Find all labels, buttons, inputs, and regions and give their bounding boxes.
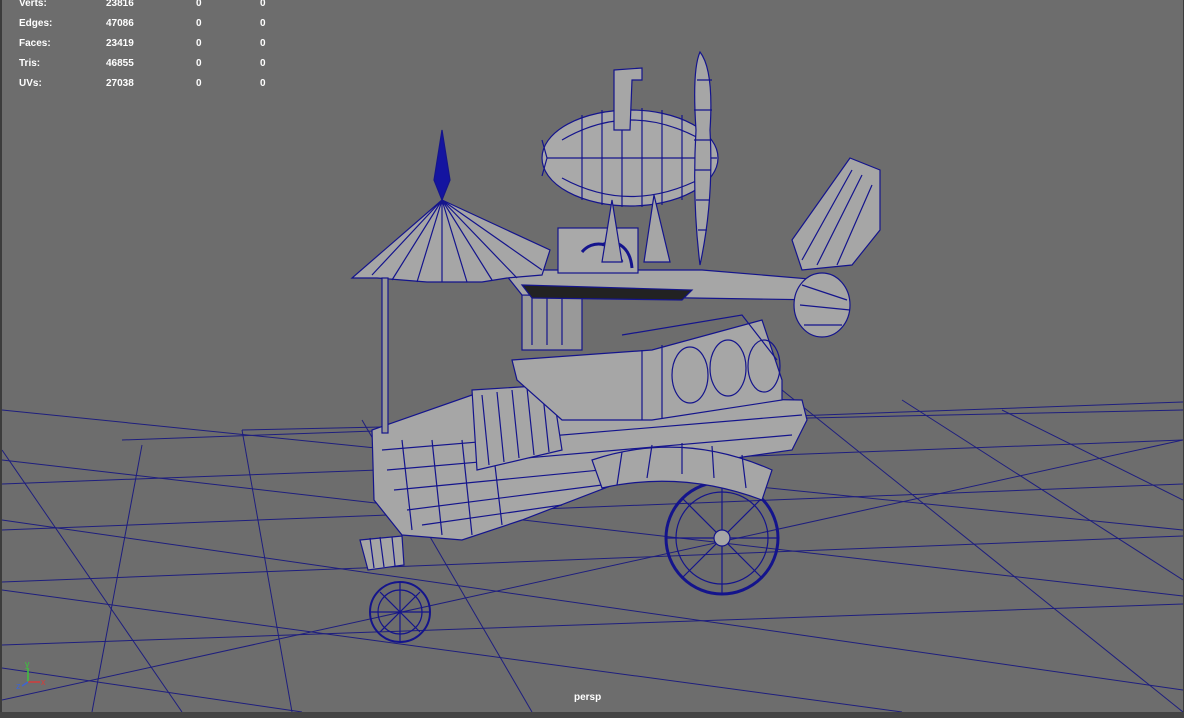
- axis-gizmo-icon: y x z: [14, 659, 50, 692]
- propeller: [694, 50, 712, 266]
- axis-y-label: y: [25, 660, 30, 669]
- hud-value: 0: [260, 78, 266, 89]
- hud-value: 46855: [106, 58, 134, 69]
- hud-value: 0: [260, 58, 266, 69]
- hud-value: 0: [196, 78, 202, 89]
- hud-value: 0: [196, 38, 202, 49]
- hud-row-verts: Verts: 23816 0 0: [19, 0, 279, 14]
- hud-value: 0: [260, 0, 266, 9]
- hud-label: UVs:: [19, 78, 42, 89]
- hud-label: Verts:: [19, 0, 47, 9]
- hud-row-edges: Edges: 47086 0 0: [19, 14, 279, 34]
- hud-value: 0: [196, 18, 202, 29]
- hud-value: 0: [196, 58, 202, 69]
- hud-row-tris: Tris: 46855 0 0: [19, 54, 279, 74]
- poly-count-hud: Verts: 23816 0 0 Edges: 47086 0 0 Faces:…: [19, 0, 279, 94]
- axis-x-label: x: [41, 677, 46, 687]
- hud-label: Faces:: [19, 38, 51, 49]
- hud-row-faces: Faces: 23419 0 0: [19, 34, 279, 54]
- hud-value: 23816: [106, 0, 134, 9]
- hud-value: 0: [260, 38, 266, 49]
- hud-row-uvs: UVs: 27038 0 0: [19, 74, 279, 94]
- hud-value: 0: [196, 0, 202, 9]
- viewport-persp[interactable]: Verts: 23816 0 0 Edges: 47086 0 0 Faces:…: [2, 0, 1183, 712]
- hud-label: Tris:: [19, 58, 41, 69]
- hud-value: 47086: [106, 18, 134, 29]
- hud-label: Edges:: [19, 18, 53, 29]
- viewport-bottom-border: [0, 712, 1184, 718]
- hud-value: 27038: [106, 78, 134, 89]
- hud-value: 23419: [106, 38, 134, 49]
- vehicle-model[interactable]: [350, 50, 881, 643]
- hud-value: 0: [260, 18, 266, 29]
- axis-z-label: z: [16, 681, 21, 691]
- scene-canvas[interactable]: [2, 0, 1183, 712]
- umbrella: [350, 199, 551, 283]
- front-wheel: [369, 581, 431, 643]
- camera-name-label: persp: [574, 692, 602, 703]
